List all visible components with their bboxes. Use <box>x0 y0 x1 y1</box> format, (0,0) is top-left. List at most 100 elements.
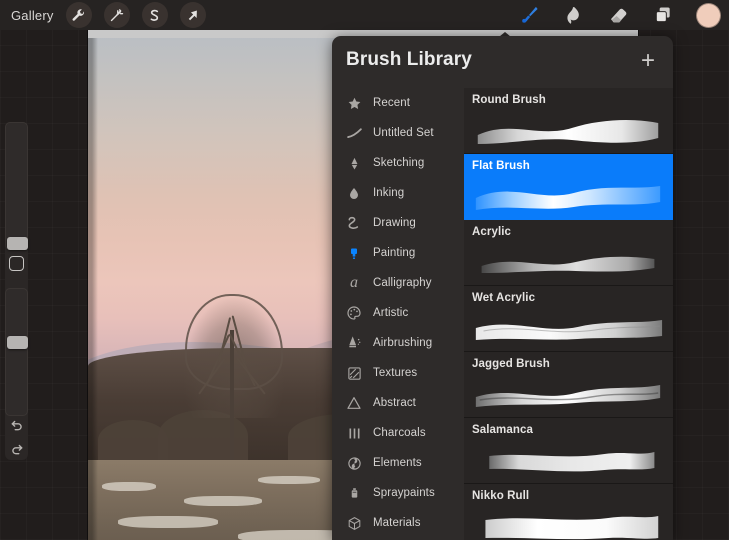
brush-category-inking[interactable]: Inking <box>332 178 464 208</box>
brush-category-elements[interactable]: Elements <box>332 448 464 478</box>
brush-category-label: Painting <box>373 247 416 259</box>
palette-icon <box>345 304 363 322</box>
actions-wrench-button[interactable] <box>65 2 92 28</box>
transform-button[interactable] <box>179 2 206 28</box>
airbrush-icon <box>345 334 363 352</box>
brush-category-airbrushing[interactable]: Airbrushing <box>332 328 464 358</box>
brush-list-item[interactable]: Acrylic <box>464 220 673 286</box>
brush-library-title: Brush Library <box>346 49 472 70</box>
star-icon <box>345 94 363 112</box>
brush-category-spraypaints[interactable]: Spraypaints <box>332 478 464 508</box>
squiggle-icon <box>345 214 363 232</box>
brush-category-materials[interactable]: Materials <box>332 508 464 538</box>
paint-brush-icon <box>521 6 538 23</box>
color-swatch-button[interactable] <box>696 2 721 28</box>
actions-wrench-icon <box>72 8 85 21</box>
brush-category-abstract[interactable]: Abstract <box>332 388 464 418</box>
brush-library-body: Recent Untitled Set Sketching Inking Dra… <box>332 88 673 540</box>
selection-s-icon <box>150 9 159 21</box>
brush-list-item[interactable]: Salamanca <box>464 418 673 484</box>
brush-category-label: Untitled Set <box>373 127 434 139</box>
hatch-square-icon <box>345 364 363 382</box>
brush-stroke-preview <box>475 320 663 340</box>
brush-list-item-selected[interactable]: Flat Brush <box>464 154 673 220</box>
cube-icon <box>345 514 363 532</box>
brush-category-sketching[interactable]: Sketching <box>332 148 464 178</box>
brush-name: Nikko Rull <box>472 490 530 502</box>
top-toolbar-right-group <box>516 0 721 30</box>
adjustments-wand-icon <box>110 8 124 21</box>
brush-list-item[interactable]: Nikko Rull <box>464 484 673 540</box>
brush-category-label: Airbrushing <box>373 337 433 349</box>
opacity-slider[interactable] <box>5 288 28 416</box>
opacity-thumb[interactable] <box>7 336 28 349</box>
brush-category-label: Inking <box>373 187 405 199</box>
brush-stroke-preview <box>489 452 655 472</box>
brush-name: Salamanca <box>472 424 533 436</box>
ink-drop-icon <box>345 184 363 202</box>
modify-button[interactable] <box>9 256 24 271</box>
brush-stroke-preview <box>475 385 661 407</box>
brush-category-label: Spraypaints <box>373 487 435 499</box>
selection-button[interactable] <box>141 2 168 28</box>
eraser-button[interactable] <box>606 3 630 27</box>
left-sidebar <box>5 122 28 460</box>
brush-category-label: Materials <box>373 517 421 529</box>
brush-category-label: Drawing <box>373 217 416 229</box>
brush-name: Wet Acrylic <box>472 292 536 304</box>
brush-category-painting[interactable]: Painting <box>332 238 464 268</box>
stroke-icon <box>345 124 363 142</box>
eraser-icon <box>610 8 626 22</box>
brush-category-recent[interactable]: Recent <box>332 88 464 118</box>
bars-icon <box>345 424 363 442</box>
brush-stroke-preview <box>485 516 659 540</box>
brush-category-textures[interactable]: Textures <box>332 358 464 388</box>
brush-category-label: Charcoals <box>373 427 426 439</box>
brush-size-slider[interactable] <box>5 122 28 250</box>
pencil-icon <box>345 154 363 172</box>
smudge-icon <box>567 7 579 24</box>
redo-button[interactable] <box>5 438 28 460</box>
brush-list[interactable]: Round Brush Flat Brush Acrylic Wet Acryl… <box>464 88 673 540</box>
brush-stroke-preview <box>477 120 659 144</box>
yin-yang-icon <box>345 454 363 472</box>
paint-brush-button[interactable] <box>516 3 540 27</box>
brush-list-item[interactable]: Round Brush <box>464 88 673 154</box>
gallery-button[interactable]: Gallery <box>11 8 54 23</box>
brush-category-list[interactable]: Recent Untitled Set Sketching Inking Dra… <box>332 88 464 540</box>
adjustments-wand-button[interactable] <box>103 2 130 28</box>
brush-library-panel: Brush Library + Recent Untitled Set Sket… <box>332 36 673 540</box>
brush-category-artistic[interactable]: Artistic <box>332 298 464 328</box>
brush-list-item[interactable]: Wet Acrylic <box>464 286 673 352</box>
brush-stroke-preview <box>475 186 661 210</box>
brush-name: Flat Brush <box>472 160 530 172</box>
brush-name: Round Brush <box>472 94 546 106</box>
triangle-icon <box>345 394 363 412</box>
undo-button[interactable] <box>5 414 28 436</box>
layers-icon <box>655 7 670 23</box>
redo-arrow-icon <box>11 444 22 455</box>
add-brush-button[interactable]: + <box>635 48 661 74</box>
brush-library-header: Brush Library + <box>332 36 673 88</box>
brush-list-item[interactable]: Jagged Brush <box>464 352 673 418</box>
brush-category-label: Calligraphy <box>373 277 432 289</box>
letter-a-icon: a <box>350 274 358 291</box>
brush-category-drawing[interactable]: Drawing <box>332 208 464 238</box>
canvas-snow-patch <box>102 482 156 491</box>
layers-button[interactable] <box>651 3 675 27</box>
top-toolbar: Gallery <box>0 0 729 30</box>
brush-name: Acrylic <box>472 226 512 238</box>
brush-size-thumb[interactable] <box>7 237 28 250</box>
brush-category-calligraphy[interactable]: a Calligraphy <box>332 268 464 298</box>
spray-can-icon <box>345 484 363 502</box>
brush-category-label: Sketching <box>373 157 425 169</box>
brush-category-untitled-set[interactable]: Untitled Set <box>332 118 464 148</box>
brush-category-charcoals[interactable]: Charcoals <box>332 418 464 448</box>
brush-name: Jagged Brush <box>472 358 550 370</box>
brush-category-label: Abstract <box>373 397 416 409</box>
brush-category-label: Artistic <box>373 307 409 319</box>
smudge-button[interactable] <box>561 3 585 27</box>
undo-arrow-icon <box>11 420 22 431</box>
canvas-snow-patch <box>184 496 262 506</box>
brush-category-label: Elements <box>373 457 422 469</box>
